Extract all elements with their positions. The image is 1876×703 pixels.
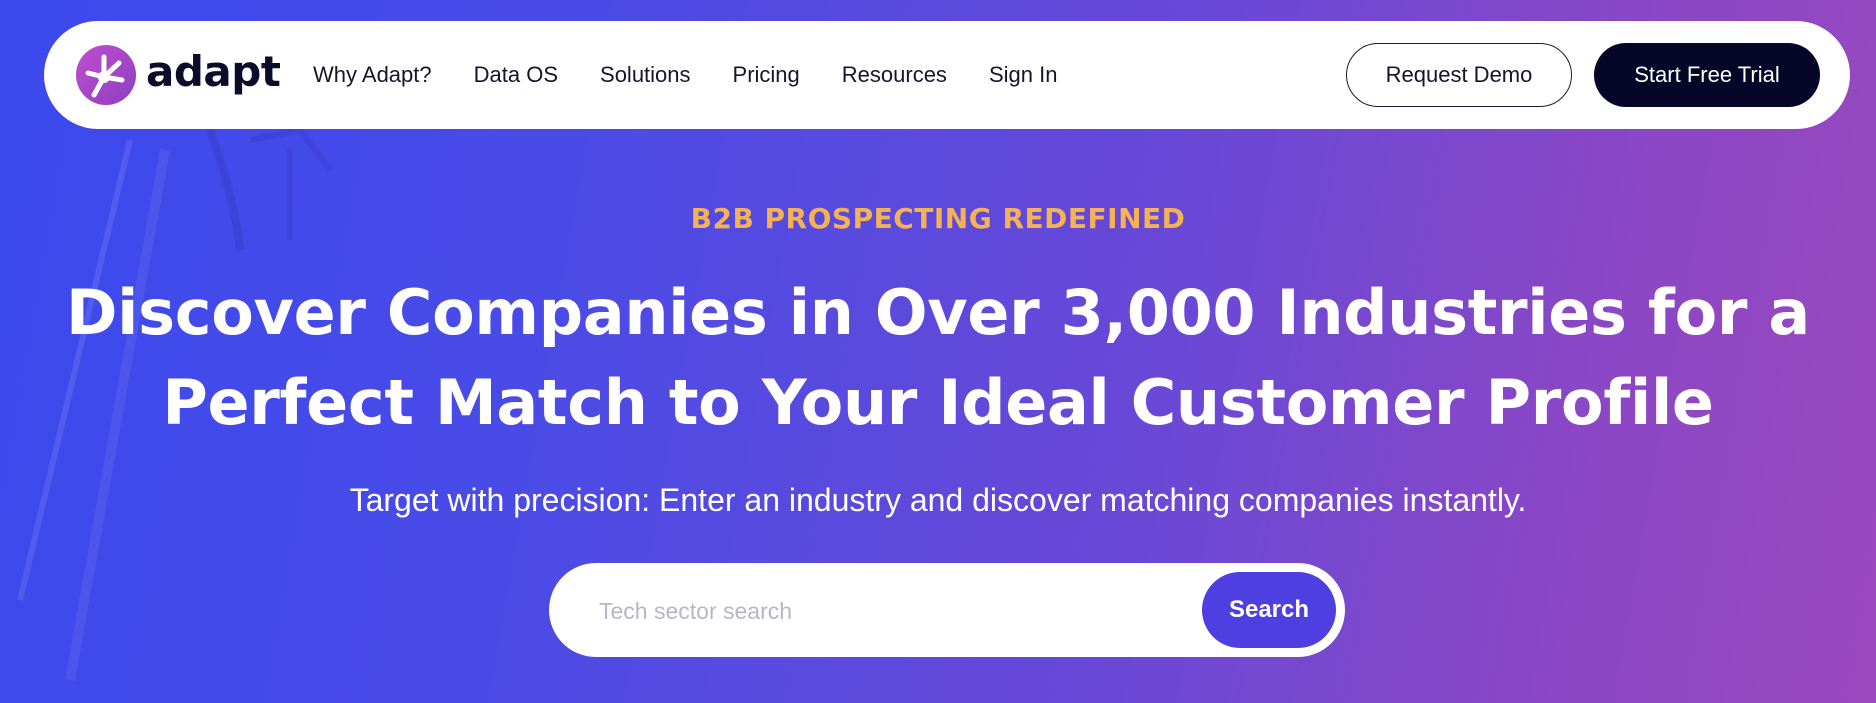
adapt-starburst-icon	[76, 45, 136, 105]
hero-headline-line-2: Perfect Match to Your Ideal Customer Pro…	[162, 366, 1714, 439]
nav-sign-in[interactable]: Sign In	[989, 62, 1058, 88]
hero-headline: Discover Companies in Over 3,000 Industr…	[60, 268, 1816, 448]
start-free-trial-button[interactable]: Start Free Trial	[1594, 43, 1820, 107]
hero-eyebrow: B2B PROSPECTING REDEFINED	[690, 202, 1186, 235]
nav-pricing[interactable]: Pricing	[733, 62, 800, 88]
request-demo-button[interactable]: Request Demo	[1346, 43, 1572, 107]
industry-search-input[interactable]	[597, 585, 1141, 637]
nav-why-adapt[interactable]: Why Adapt?	[313, 62, 432, 88]
nav-data-os[interactable]: Data OS	[474, 62, 558, 88]
page: { "brand": { "name": "adapt", "logo_icon…	[0, 0, 1876, 703]
top-navbar: adapt Why Adapt? Data OS Solutions Prici…	[44, 21, 1850, 129]
search-button[interactable]: Search	[1202, 572, 1336, 648]
nav-solutions[interactable]: Solutions	[600, 62, 691, 88]
industry-search-box: Search	[549, 563, 1345, 657]
hero-subheadline: Target with precision: Enter an industry…	[349, 482, 1527, 518]
nav-links: Why Adapt? Data OS Solutions Pricing Res…	[313, 21, 1099, 129]
hero-headline-line-1: Discover Companies in Over 3,000 Industr…	[66, 276, 1810, 349]
brand-name: adapt	[146, 47, 281, 96]
nav-resources[interactable]: Resources	[842, 62, 947, 88]
brand-logo[interactable]: adapt	[74, 43, 281, 107]
